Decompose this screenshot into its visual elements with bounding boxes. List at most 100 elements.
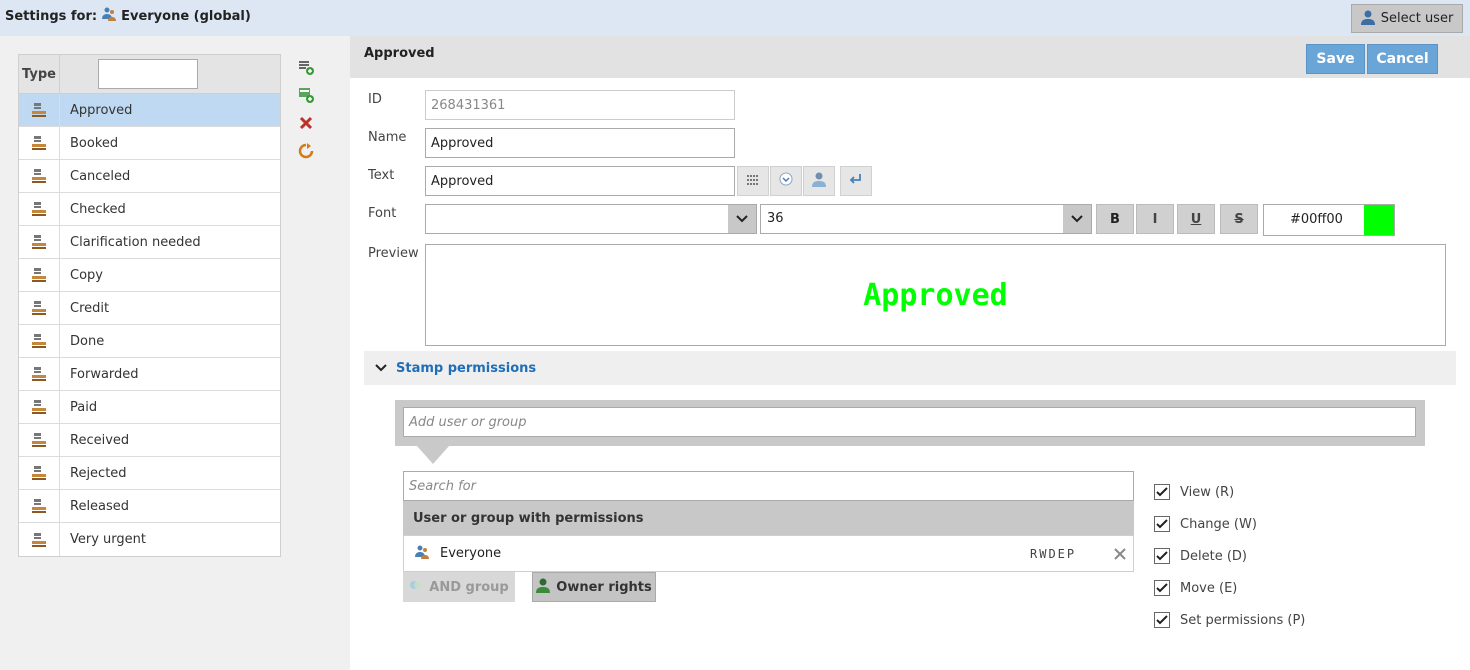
preview-label: Preview: [368, 246, 419, 261]
stamp-icon: [19, 325, 60, 357]
stamp-icon: [19, 259, 60, 291]
owner-rights-button[interactable]: Owner rights: [532, 572, 656, 602]
type-label: Copy: [70, 267, 103, 283]
bold-button[interactable]: B: [1096, 204, 1134, 234]
type-row[interactable]: Clarification needed: [19, 226, 280, 259]
type-row[interactable]: Forwarded: [19, 358, 280, 391]
stamp-type-table: Type Approved Booked Canceled Checked Clarif…: [18, 54, 281, 557]
type-row[interactable]: Checked: [19, 193, 280, 226]
name-field[interactable]: Approved: [425, 128, 735, 158]
stamp-icon: [19, 292, 60, 324]
add-stamp-copy-icon[interactable]: [296, 86, 316, 104]
id-label: ID: [368, 92, 382, 107]
permission-row-everyone[interactable]: Everyone RWDEP: [403, 535, 1134, 572]
type-row[interactable]: Copy: [19, 259, 280, 292]
checkmark-icon: [1156, 487, 1168, 497]
type-row[interactable]: Released: [19, 490, 280, 523]
group-icon: [101, 6, 117, 26]
clock-icon: [779, 172, 793, 190]
type-column-header: Type: [19, 55, 60, 93]
keypad-button[interactable]: [737, 166, 769, 196]
select-user-button[interactable]: Select user: [1351, 4, 1463, 33]
settings-scope-title: Settings for: Everyone (global): [5, 6, 251, 26]
stamp-icon: [19, 358, 60, 390]
permission-rights: RWDEP: [1030, 546, 1077, 561]
color-field[interactable]: #00ff00: [1263, 204, 1395, 236]
permission-checkbox[interactable]: Delete (D): [1154, 540, 1305, 572]
detail-title: Approved: [364, 46, 435, 61]
add-user-group-box: Add user or group: [395, 400, 1425, 446]
type-label: Booked: [70, 135, 119, 151]
type-label: Very urgent: [70, 532, 146, 547]
stamp-icon: [19, 424, 60, 456]
text-label: Text: [368, 168, 395, 183]
cancel-button[interactable]: Cancel: [1367, 44, 1438, 74]
stamp-icon: [19, 457, 60, 489]
permissions-table-header: User or group with permissions: [403, 501, 1134, 535]
color-value: #00ff00: [1290, 212, 1343, 227]
checkbox-label: View (R): [1180, 484, 1235, 500]
detail-header: Approved Save Cancel: [350, 36, 1470, 78]
font-family-select[interactable]: [425, 204, 757, 234]
type-filter-input[interactable]: [98, 59, 198, 89]
and-group-button[interactable]: AND group: [403, 572, 515, 602]
stamp-detail-panel: Approved Save Cancel ID 268431361 Name A…: [350, 36, 1470, 670]
add-user-group-input[interactable]: Add user or group: [403, 407, 1416, 437]
type-row[interactable]: Canceled: [19, 160, 280, 193]
permission-checkbox[interactable]: Set permissions (P): [1154, 604, 1305, 636]
insert-user-button[interactable]: [803, 166, 835, 196]
and-group-label: AND group: [429, 579, 509, 595]
type-row[interactable]: Received: [19, 424, 280, 457]
type-row[interactable]: Done: [19, 325, 280, 358]
type-label: Forwarded: [70, 366, 139, 382]
font-size-select[interactable]: 36: [760, 204, 1092, 234]
user-icon: [1360, 9, 1375, 29]
permission-search-input[interactable]: Search for: [403, 471, 1134, 501]
delete-icon[interactable]: [296, 114, 316, 132]
italic-button[interactable]: I: [1136, 204, 1174, 234]
stamp-icon: [19, 226, 60, 258]
permission-checkbox[interactable]: View (R): [1154, 476, 1305, 508]
refresh-icon[interactable]: [296, 142, 316, 160]
type-label: Received: [70, 432, 130, 448]
remove-icon[interactable]: [1110, 544, 1130, 564]
checkbox[interactable]: [1154, 484, 1170, 500]
checkbox[interactable]: [1154, 516, 1170, 532]
checkmark-icon: [1156, 583, 1168, 593]
type-row[interactable]: Booked: [19, 127, 280, 160]
callout-pointer: [417, 446, 449, 464]
checkbox[interactable]: [1154, 548, 1170, 564]
type-row[interactable]: Paid: [19, 391, 280, 424]
checkbox-label: Delete (D): [1180, 548, 1247, 564]
underline-button[interactable]: U: [1177, 204, 1215, 234]
text-field[interactable]: Approved: [425, 166, 735, 196]
color-swatch[interactable]: [1364, 205, 1394, 235]
add-stamp-icon[interactable]: [296, 58, 316, 76]
checkbox-label: Set permissions (P): [1180, 612, 1306, 628]
checkbox[interactable]: [1154, 612, 1170, 628]
strikethrough-button[interactable]: S: [1220, 204, 1258, 234]
type-label: Canceled: [70, 168, 131, 184]
type-row[interactable]: Credit: [19, 292, 280, 325]
checkbox-label: Change (W): [1180, 516, 1257, 532]
checkbox-label: Move (E): [1180, 580, 1238, 596]
stamp-icon: [19, 193, 60, 225]
type-row[interactable]: Rejected: [19, 457, 280, 490]
permission-checkbox[interactable]: Move (E): [1154, 572, 1305, 604]
type-row[interactable]: Approved: [19, 94, 280, 127]
line-break-button[interactable]: [840, 166, 872, 196]
type-row[interactable]: Very urgent: [19, 523, 280, 556]
permission-checkbox[interactable]: Change (W): [1154, 508, 1305, 540]
date-button[interactable]: [770, 166, 802, 196]
stamp-permissions-toggle[interactable]: Stamp permissions: [364, 351, 1456, 385]
type-label: Approved: [70, 102, 133, 118]
and-group-icon: [409, 578, 423, 596]
save-button[interactable]: Save: [1306, 44, 1365, 74]
owner-icon: [536, 577, 551, 597]
top-bar: Settings for: Everyone (global) Select u…: [0, 0, 1470, 36]
select-user-label: Select user: [1380, 11, 1454, 26]
stamp-icon: [19, 523, 60, 556]
checkbox[interactable]: [1154, 580, 1170, 596]
stamp-icon: [19, 94, 60, 126]
checkmark-icon: [1156, 519, 1168, 529]
